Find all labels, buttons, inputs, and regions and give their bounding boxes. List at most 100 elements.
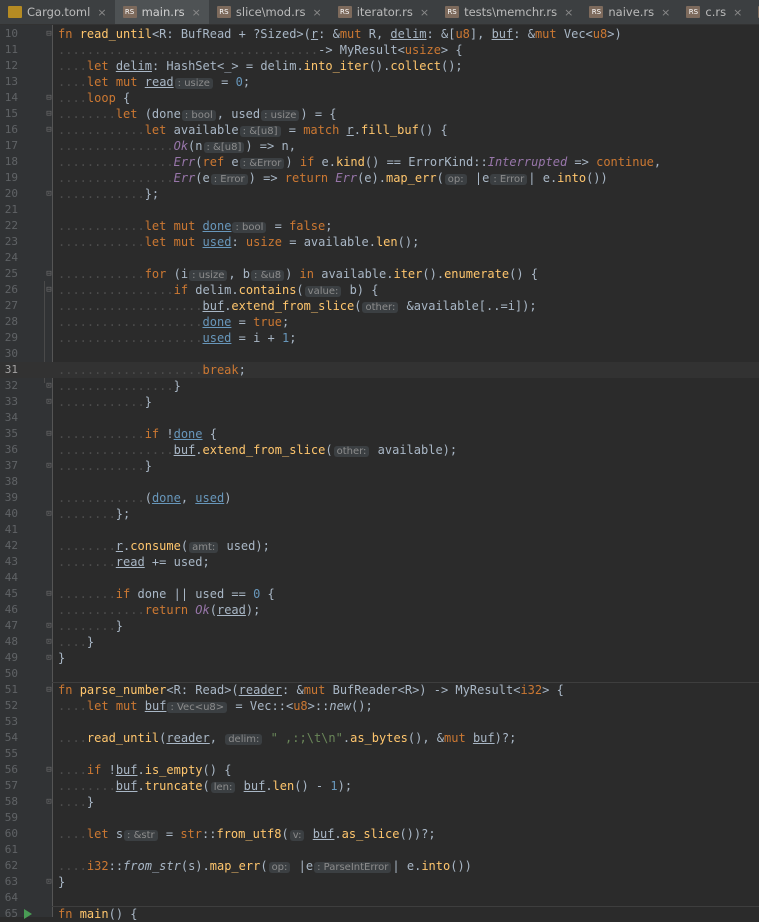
code-line[interactable]: 41	[0, 522, 759, 538]
close-icon[interactable]: ×	[97, 6, 106, 19]
code-line[interactable]: 65 fn main() {	[0, 906, 759, 922]
tab-vec-rs[interactable]: RSvec.rs	[750, 0, 759, 24]
code-line[interactable]: 55	[0, 746, 759, 762]
fold-end-icon[interactable]: ⊡	[45, 878, 53, 887]
fold-expand-icon[interactable]: ⊟	[45, 430, 53, 439]
code-line[interactable]: 23 ............let mut used: usize = avai…	[0, 234, 759, 250]
close-icon[interactable]: ×	[661, 6, 670, 19]
code-line[interactable]: 64	[0, 890, 759, 906]
code-line[interactable]: 40........};	[0, 506, 759, 522]
code-line[interactable]: 44	[0, 570, 759, 586]
tab-main-rs[interactable]: RS main.rs ×	[114, 0, 209, 24]
code-line[interactable]: 20............};	[0, 186, 759, 202]
code-line[interactable]: 11 ....................................->…	[0, 42, 759, 58]
fold-expand-icon[interactable]: ⊟	[45, 30, 53, 39]
code-line[interactable]: 52 ....let mut buf: Vec<u8> = Vec::<u8>::…	[0, 698, 759, 714]
code-line[interactable]: 49}	[0, 650, 759, 666]
line-number: 20	[4, 187, 18, 200]
code-line[interactable]: 37............}	[0, 458, 759, 474]
fold-end-icon[interactable]: ⊡	[45, 638, 53, 647]
fold-expand-icon[interactable]: ⊟	[45, 126, 53, 135]
close-icon[interactable]: ×	[192, 6, 201, 19]
code-line[interactable]: 48....}	[0, 634, 759, 650]
code-line[interactable]: 43 ........read += used;	[0, 554, 759, 570]
code-line[interactable]: 14 ....loop {	[0, 90, 759, 106]
code-line[interactable]: 47........}	[0, 618, 759, 634]
code-line[interactable]: 19 ................Err(e: Error) => retur…	[0, 170, 759, 186]
line-number: 28	[4, 315, 18, 328]
line-number: 63	[4, 875, 18, 888]
code-line[interactable]: 27 ....................buf.extend_from_sl…	[0, 298, 759, 314]
code-line[interactable]: 28 ....................done = true;	[0, 314, 759, 330]
run-icon[interactable]	[24, 909, 32, 919]
code-line[interactable]: 25 ............for (i: usize, b: &u8) in …	[0, 266, 759, 282]
code-line[interactable]: 61	[0, 842, 759, 858]
code-line[interactable]: 30	[0, 346, 759, 362]
code-line[interactable]: 50	[0, 666, 759, 682]
code-line[interactable]: 33............}	[0, 394, 759, 410]
code-line[interactable]: 60 ....let s: &str = str::from_utf8(v: bu…	[0, 826, 759, 842]
code-line[interactable]: 54 ....read_until(reader, delim: " ,:;\t\…	[0, 730, 759, 746]
tab-slice-mod-rs[interactable]: RS slice\mod.rs ×	[209, 0, 330, 24]
line-number: 58	[4, 795, 18, 808]
tab-iterator-rs[interactable]: RS iterator.rs ×	[330, 0, 437, 24]
fold-expand-icon[interactable]: ⊟	[45, 110, 53, 119]
code-line[interactable]: 26 ................if delim.contains(valu…	[0, 282, 759, 298]
code-line[interactable]: 62 ....i32::from_str(s).map_err(op: |e: P…	[0, 858, 759, 874]
fold-expand-icon[interactable]: ⊟	[45, 686, 53, 695]
code-line[interactable]: 53	[0, 714, 759, 730]
fold-end-icon[interactable]: ⊡	[45, 510, 53, 519]
tab-tests-memchr-rs[interactable]: RS tests\memchr.rs ×	[437, 0, 581, 24]
code-editor[interactable]: 10 fn read_until<R: BufRead + ?Sized>(r: …	[0, 25, 759, 921]
close-icon[interactable]: ×	[564, 6, 573, 19]
code-line[interactable]: 32................}	[0, 378, 759, 394]
code-line[interactable]: 58....}	[0, 794, 759, 810]
code-line[interactable]: 39 ............(done, used)	[0, 490, 759, 506]
code-line[interactable]: 35 ............if !done {	[0, 426, 759, 442]
code-line[interactable]: 63}	[0, 874, 759, 890]
code-line[interactable]: 22 ............let mut done: bool = false…	[0, 218, 759, 234]
fold-expand-icon[interactable]: ⊟	[45, 94, 53, 103]
code-line[interactable]: 56 ....if !buf.is_empty() {	[0, 762, 759, 778]
fold-expand-icon[interactable]: ⊟	[45, 766, 53, 775]
fold-end-icon[interactable]: ⊡	[45, 382, 53, 391]
tab-cargo-toml[interactable]: Cargo.toml ×	[0, 0, 115, 24]
fold-end-icon[interactable]: ⊡	[45, 654, 53, 663]
code-line[interactable]: 13 ....let mut read: usize = 0;	[0, 74, 759, 90]
code-line[interactable]: 31 ....................break;	[0, 362, 759, 378]
fold-end-icon[interactable]: ⊡	[45, 398, 53, 407]
code-line[interactable]: 45 ........if done || used == 0 {	[0, 586, 759, 602]
code-line[interactable]: 46 ............return Ok(read);	[0, 602, 759, 618]
code-text: ....................................-> M…	[58, 43, 463, 57]
code-line[interactable]: 34	[0, 410, 759, 426]
code-line[interactable]: 57 ........buf.truncate(len: buf.len() - …	[0, 778, 759, 794]
code-line[interactable]: 16 ............let available: &[u8] = mat…	[0, 122, 759, 138]
code-line[interactable]: 24	[0, 250, 759, 266]
code-line[interactable]: 36 ................buf.extend_from_slice(…	[0, 442, 759, 458]
code-line[interactable]: 42 ........r.consume(amt: used);	[0, 538, 759, 554]
line-number: 52	[4, 699, 18, 712]
code-text: ............(done, used)	[58, 491, 232, 505]
code-line[interactable]: 29 ....................used = i + 1;	[0, 330, 759, 346]
code-line[interactable]: 18 ................Err(ref e: &Error) if …	[0, 154, 759, 170]
code-line[interactable]: 10 fn read_until<R: BufRead + ?Sized>(r: …	[0, 26, 759, 42]
close-icon[interactable]: ×	[420, 6, 429, 19]
fold-end-icon[interactable]: ⊡	[45, 798, 53, 807]
code-line[interactable]: 38	[0, 474, 759, 490]
code-line[interactable]: 15 ........let (done: bool, used: usize) …	[0, 106, 759, 122]
fold-end-icon[interactable]: ⊡	[45, 190, 53, 199]
code-line[interactable]: 17 ................Ok(n: &[u8]) => n,	[0, 138, 759, 154]
fold-end-icon[interactable]: ⊡	[45, 622, 53, 631]
tab-c-rs[interactable]: RS c.rs ×	[678, 0, 750, 24]
code-line[interactable]: 12 ....let delim: HashSet<_> = delim.into…	[0, 58, 759, 74]
fold-end-icon[interactable]: ⊡	[45, 462, 53, 471]
close-icon[interactable]: ×	[733, 6, 742, 19]
tab-naive-rs[interactable]: RS naive.rs ×	[581, 0, 678, 24]
code-line[interactable]: 59	[0, 810, 759, 826]
fold-expand-icon[interactable]: ⊟	[45, 590, 53, 599]
fold-expand-icon[interactable]: ⊟	[45, 286, 53, 295]
code-line[interactable]: 21	[0, 202, 759, 218]
code-line[interactable]: 51 fn parse_number<R: Read>(reader: &mut …	[0, 682, 759, 698]
fold-expand-icon[interactable]: ⊟	[45, 270, 53, 279]
close-icon[interactable]: ×	[312, 6, 321, 19]
